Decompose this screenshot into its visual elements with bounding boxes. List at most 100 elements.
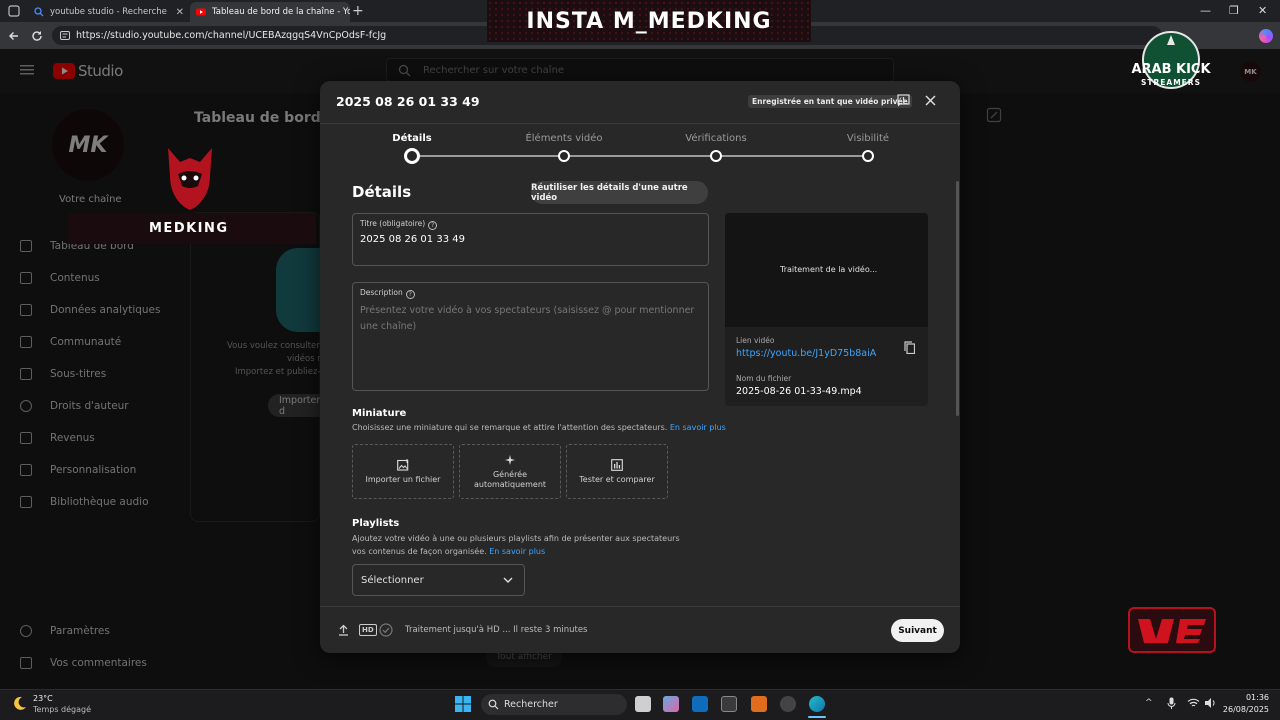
filename-value: 2025-08-26 01-33-49.mp4 <box>736 386 862 397</box>
arab-kick-title: ARAB KICK <box>1131 62 1211 77</box>
reload-icon[interactable] <box>31 30 43 42</box>
filename-label: Nom du fichier <box>736 374 792 383</box>
playlists-learn-more-link[interactable]: En savoir plus <box>489 547 545 556</box>
next-button[interactable]: Suivant <box>891 619 944 642</box>
processing-text: Traitement de la vidéo... <box>780 265 878 274</box>
report-issue-icon[interactable] <box>897 94 910 107</box>
auto-thumbnail-button[interactable]: Générée automatiquement <box>459 444 561 499</box>
help-icon[interactable]: ? <box>428 221 438 230</box>
description-placeholder[interactable]: Présentez votre vidéo à vos spectateurs … <box>360 303 700 335</box>
tab-youtube-studio-search[interactable]: youtube studio - Recherche ✕ <box>28 2 190 22</box>
close-window-icon[interactable]: ✕ <box>1258 4 1267 17</box>
thumbnail-learn-more-link[interactable]: En savoir plus <box>670 423 726 432</box>
clock-time[interactable]: 01:36 <box>1229 693 1269 702</box>
step-checks-dot[interactable] <box>710 150 722 162</box>
playlists-heading: Playlists <box>352 518 400 529</box>
thumbnail-heading: Miniature <box>352 408 407 419</box>
site-info-icon[interactable] <box>60 31 70 40</box>
weather-condition[interactable]: Temps dégagé <box>33 705 91 714</box>
copy-icon[interactable] <box>904 341 915 354</box>
title-field[interactable]: Titre (obligatoire)? 2025 08 26 01 33 49 <box>352 213 709 266</box>
taskbar-search-label: Rechercher <box>504 699 558 710</box>
video-link[interactable]: https://youtu.be/J1yD75b8aiA <box>736 348 876 359</box>
upload-icon <box>338 624 349 636</box>
browser-menu-icon[interactable] <box>8 5 20 17</box>
title-label-text: Titre (obligatoire) <box>360 219 426 228</box>
video-preview[interactable]: Traitement de la vidéo... <box>725 213 928 327</box>
video-preview-card: Traitement de la vidéo... Lien vidéo htt… <box>725 213 928 406</box>
dialog-divider <box>320 123 960 124</box>
microphone-icon[interactable] <box>1167 697 1176 710</box>
playlists-description: Ajoutez votre vidéo à une ou plusieurs p… <box>352 532 692 558</box>
medking-name-overlay: MEDKING <box>68 213 316 244</box>
step-video-elements-label[interactable]: Éléments vidéo <box>525 133 602 144</box>
help-icon[interactable]: ? <box>405 290 415 299</box>
tab-channel-dashboard[interactable]: Tableau de bord de la chaîne - Yo ✕ <box>190 2 350 22</box>
title-input-value[interactable]: 2025 08 26 01 33 49 <box>360 234 465 245</box>
thumbnail-description-text: Choisissez une miniature qui se remarque… <box>352 423 668 432</box>
step-visibility-dot[interactable] <box>862 150 874 162</box>
tab-label: youtube studio - Recherche <box>50 7 167 17</box>
wifi-icon[interactable] <box>1187 698 1200 708</box>
chevron-up-icon[interactable]: ^ <box>1145 698 1153 708</box>
weather-moon-icon[interactable] <box>12 696 27 711</box>
step-checks-label[interactable]: Vérifications <box>685 133 746 144</box>
search-icon <box>34 7 44 17</box>
bar-chart-icon <box>611 458 623 471</box>
minimize-icon[interactable]: — <box>1200 4 1211 17</box>
outlook-icon[interactable] <box>692 696 708 712</box>
title-field-label: Titre (obligatoire)? <box>360 219 438 230</box>
dialog-title: 2025 08 26 01 33 49 <box>336 94 480 109</box>
step-video-elements-dot[interactable] <box>558 150 570 162</box>
step-details-label[interactable]: Détails <box>392 133 431 144</box>
footer-divider <box>320 606 960 607</box>
playlist-select-value: Sélectionner <box>361 574 424 586</box>
corner-logo-overlay <box>1128 607 1216 653</box>
description-field-label: Description? <box>360 288 415 299</box>
copilot-icon[interactable] <box>1259 29 1273 43</box>
step-visibility-label[interactable]: Visibilité <box>847 133 889 144</box>
taskbar-search[interactable]: Rechercher <box>481 694 627 715</box>
check-circle-icon <box>379 623 393 637</box>
volume-icon[interactable] <box>1204 697 1217 709</box>
arab-kick-logo: ARAB KICK STREAMERS <box>1121 27 1221 99</box>
thumbnail-description: Choisissez une miniature qui se remarque… <box>352 423 726 432</box>
chevron-down-icon <box>503 577 513 583</box>
close-dialog-icon[interactable] <box>924 94 937 107</box>
windows-start-icon[interactable] <box>455 696 471 712</box>
url-text: https://studio.youtube.com/channel/UCEBA… <box>76 30 387 41</box>
close-tab-icon[interactable]: ✕ <box>170 7 184 18</box>
processing-status: Traitement jusqu'à HD ... Il reste 3 min… <box>405 625 588 635</box>
playlist-select[interactable]: Sélectionner <box>352 564 525 596</box>
hd-icon: HD <box>359 624 377 636</box>
obs-icon[interactable] <box>780 696 796 712</box>
medking-mascot-logo <box>162 146 218 212</box>
description-field[interactable]: Description? Présentez votre vidéo à vos… <box>352 282 709 391</box>
video-link-label: Lien vidéo <box>736 336 775 345</box>
test-compare-button[interactable]: Tester et comparer <box>566 444 668 499</box>
app-icon[interactable] <box>751 696 767 712</box>
sparkle-icon <box>505 454 515 465</box>
task-view-icon[interactable] <box>635 696 651 712</box>
edge-icon[interactable] <box>809 696 825 712</box>
clock-date[interactable]: 26/08/2025 <box>1219 705 1269 714</box>
dialog-scrollbar[interactable] <box>956 181 959 416</box>
option-label: Générée automatiquement <box>473 469 547 489</box>
new-tab-icon[interactable]: + <box>352 3 364 19</box>
active-app-indicator <box>808 716 826 718</box>
back-icon[interactable] <box>8 30 20 42</box>
copilot-app-icon[interactable] <box>663 696 679 712</box>
reuse-details-button[interactable]: Réutiliser les détails d'une autre vidéo <box>531 181 708 204</box>
store-icon[interactable] <box>721 696 737 712</box>
option-label: Importer un fichier <box>365 474 441 484</box>
maximize-icon[interactable]: ❐ <box>1229 4 1239 17</box>
description-label-text: Description <box>360 288 403 297</box>
youtube-icon <box>196 8 206 16</box>
stepper-track <box>412 155 868 157</box>
temperature[interactable]: 23°C <box>33 694 53 703</box>
step-details-dot[interactable] <box>404 148 420 164</box>
image-upload-icon <box>397 458 409 471</box>
details-heading: Détails <box>352 183 412 201</box>
upload-thumbnail-button[interactable]: Importer un fichier <box>352 444 454 499</box>
tab-label: Tableau de bord de la chaîne - Yo <box>212 7 350 17</box>
